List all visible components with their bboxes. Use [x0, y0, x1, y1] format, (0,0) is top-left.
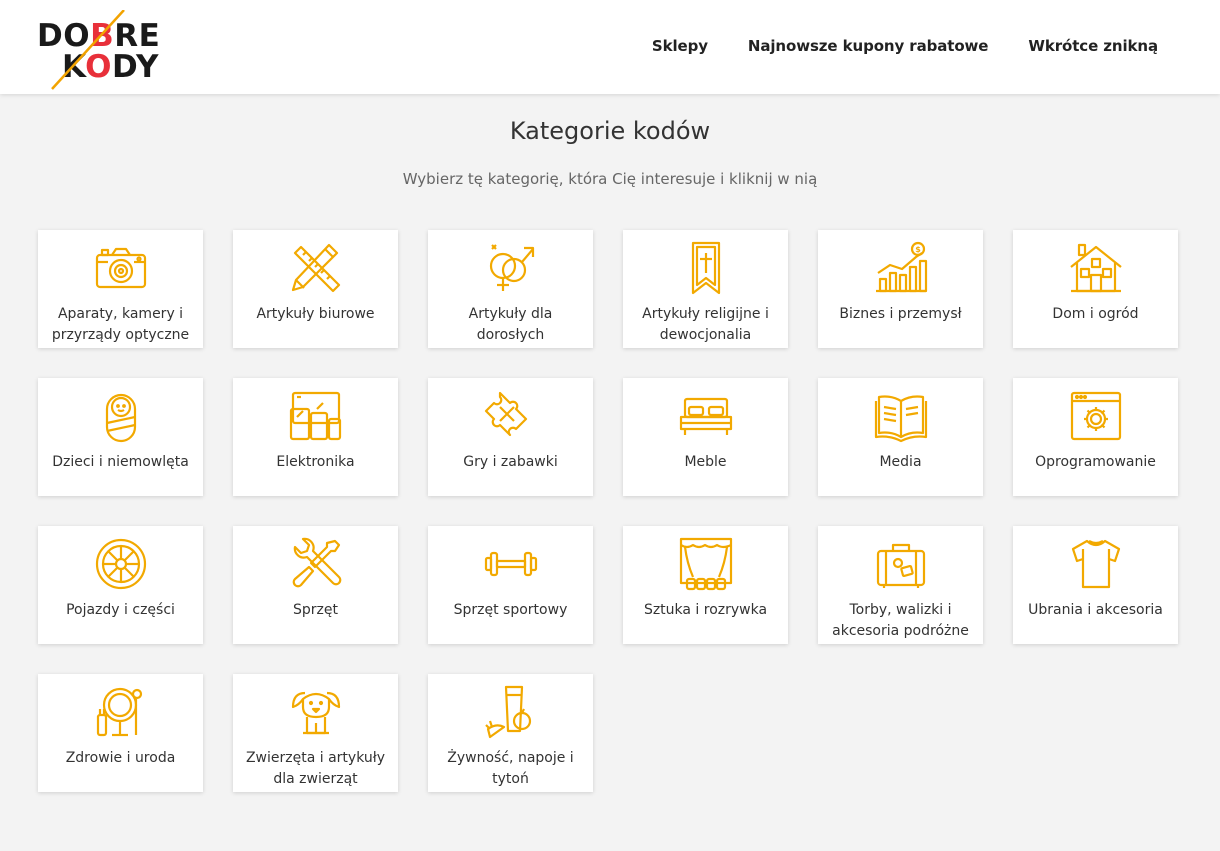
category-card[interactable]: Dom i ogród	[1013, 230, 1178, 348]
site-header: DOBRE KODY Sklepy Najnowsze kupony rabat…	[0, 0, 1220, 94]
category-card[interactable]: Meble	[623, 378, 788, 496]
category-card[interactable]: Torby, walizki i akcesoria podróżne	[818, 526, 983, 644]
category-card[interactable]: Oprogramowanie	[1013, 378, 1178, 496]
category-label: Zwierzęta i artykuły dla zwierząt	[245, 750, 386, 787]
category-grid: Aparaty, kamery i przyrządy optyczne Art…	[38, 230, 1178, 792]
main-nav: Sklepy Najnowsze kupony rabatowe Wkrótce…	[652, 37, 1158, 55]
house-icon	[1069, 241, 1123, 295]
category-label: Pojazdy i części	[66, 602, 175, 618]
category-label: Oprogramowanie	[1035, 454, 1156, 470]
category-card[interactable]: Żywność, napoje i tytoń	[428, 674, 593, 792]
category-label: Artykuły dla dorosłych	[468, 306, 553, 343]
book-icon	[874, 389, 928, 443]
category-label: Sprzęt sportowy	[453, 602, 568, 618]
category-card[interactable]: Artykuły biurowe	[233, 230, 398, 348]
svg-text:KODY: KODY	[62, 49, 159, 85]
category-card[interactable]: Artykuły dla dorosłych	[428, 230, 593, 348]
baby-icon	[94, 389, 148, 443]
category-label: Dom i ogród	[1052, 306, 1139, 322]
puzzle-icon	[484, 389, 538, 443]
category-card[interactable]: Sztuka i rozrywka	[623, 526, 788, 644]
svg-text:$: $	[915, 245, 921, 254]
dog-icon	[289, 685, 343, 739]
category-card[interactable]: Ubrania i akcesoria	[1013, 526, 1178, 644]
theater-icon	[679, 537, 733, 591]
nav-expiring-soon[interactable]: Wkrótce znikną	[1028, 37, 1158, 55]
category-card[interactable]: Aparaty, kamery i przyrządy optyczne	[38, 230, 203, 348]
dumbbell-icon	[484, 537, 538, 591]
category-label: Artykuły religijne i dewocjonalia	[642, 306, 769, 343]
category-label: Sztuka i rozrywka	[643, 602, 768, 618]
food-drink-icon	[484, 685, 538, 739]
category-label: Meble	[684, 454, 727, 470]
logo-line2-accent: O	[85, 49, 112, 85]
wheel-icon	[94, 537, 148, 591]
category-card[interactable]: Media	[818, 378, 983, 496]
category-label: Zdrowie i uroda	[65, 750, 176, 766]
category-card[interactable]: Zdrowie i uroda	[38, 674, 203, 792]
camera-icon	[94, 241, 148, 295]
growth-chart-icon: $	[874, 241, 928, 295]
category-label: Sprzęt	[293, 602, 338, 618]
category-label: Aparaty, kamery i przyrządy optyczne	[51, 306, 190, 343]
category-card[interactable]: Gry i zabawki	[428, 378, 593, 496]
gender-rings-icon	[484, 241, 538, 295]
devices-icon	[289, 389, 343, 443]
category-label: Ubrania i akcesoria	[1028, 602, 1163, 618]
bed-icon	[679, 389, 733, 443]
category-card[interactable]: Elektronika	[233, 378, 398, 496]
category-label: Elektronika	[276, 454, 355, 470]
category-label: Gry i zabawki	[463, 454, 558, 470]
category-label: Biznes i przemysł	[839, 306, 962, 322]
nav-newest-coupons[interactable]: Najnowsze kupony rabatowe	[748, 37, 989, 55]
category-label: Artykuły biurowe	[256, 306, 375, 322]
pencil-ruler-icon	[289, 241, 343, 295]
category-label: Torby, walizki i akcesoria podróżne	[832, 602, 969, 639]
site-logo[interactable]: DOBRE KODY	[36, 10, 168, 90]
tshirt-icon	[1069, 537, 1123, 591]
suitcase-icon	[874, 537, 928, 591]
category-label: Żywność, napoje i tytoń	[447, 750, 574, 787]
category-card[interactable]: Dzieci i niemowlęta	[38, 378, 203, 496]
category-card[interactable]: Artykuły religijne i dewocjonalia	[623, 230, 788, 348]
logo-line2-right: DY	[112, 49, 159, 85]
wrench-screwdriver-icon	[289, 537, 343, 591]
mirror-cosmetics-icon	[94, 685, 148, 739]
category-card[interactable]: Zwierzęta i artykuły dla zwierząt	[233, 674, 398, 792]
category-card[interactable]: $ Biznes i przemysł	[818, 230, 983, 348]
category-label: Dzieci i niemowlęta	[52, 454, 189, 470]
page-title: Kategorie kodów	[509, 117, 711, 145]
category-card[interactable]: Pojazdy i części	[38, 526, 203, 644]
nav-sklepy[interactable]: Sklepy	[652, 37, 708, 55]
category-label: Media	[879, 454, 922, 470]
category-card[interactable]: Sprzęt sportowy	[428, 526, 593, 644]
cross-banner-icon	[679, 241, 733, 295]
category-card[interactable]: Sprzęt	[233, 526, 398, 644]
software-gear-icon	[1069, 389, 1123, 443]
page-subtitle: Wybierz tę kategorię, która Cię interesu…	[402, 170, 818, 188]
